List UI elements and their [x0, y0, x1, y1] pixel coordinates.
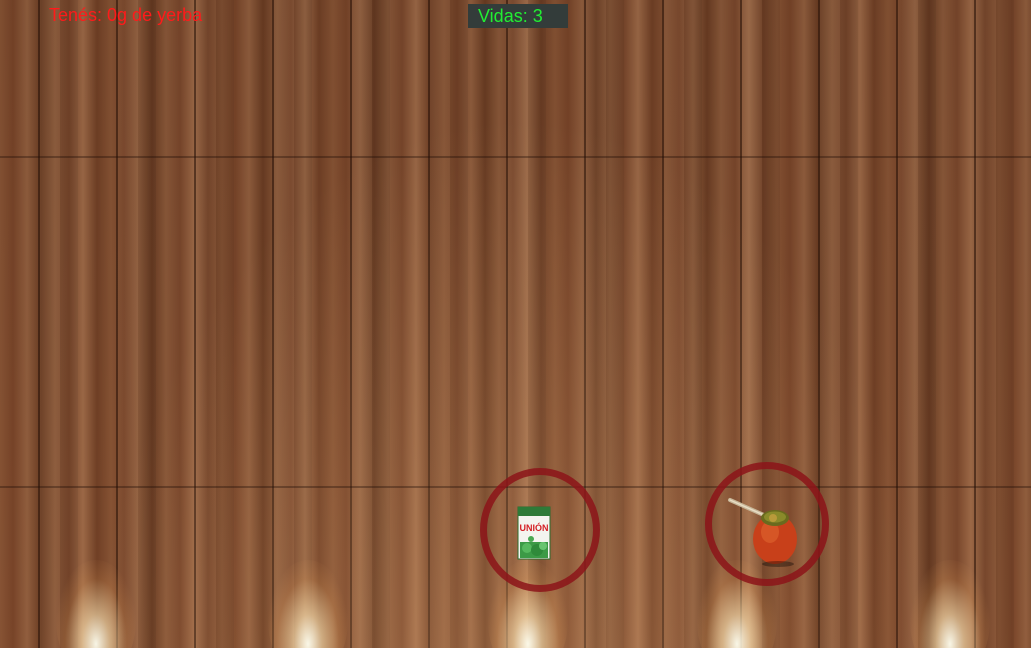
lives-counter: Vidas: 3	[468, 4, 568, 28]
game-stage[interactable]: Tenés: 0g de yerba Vidas: 3 UNIÓN	[0, 0, 1031, 648]
yerba-score-text: Tenés: 0g de yerba	[49, 5, 203, 25]
yerba-pack-label: UNIÓN	[520, 522, 549, 533]
yerba-pack-icon[interactable]: UNIÓN	[517, 506, 551, 560]
mate-gourd-icon[interactable]	[726, 494, 801, 568]
